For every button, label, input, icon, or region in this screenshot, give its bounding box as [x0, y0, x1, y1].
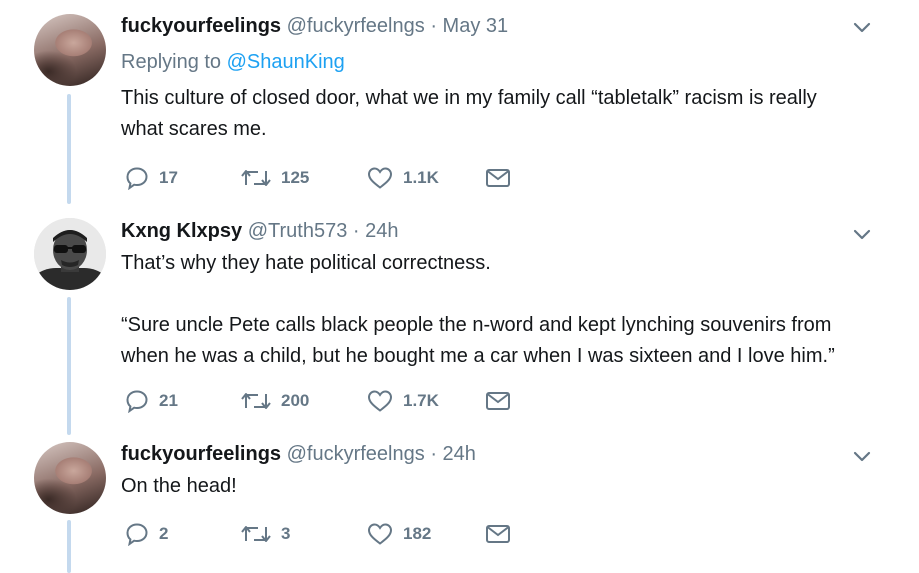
text-line: This culture of closed door, what we in …	[121, 87, 817, 109]
like-count: 1.7K	[403, 391, 439, 410]
envelope-icon	[486, 525, 510, 543]
text-line: That’s why they hate political correctne…	[121, 252, 491, 274]
like-button[interactable]: 182	[367, 519, 431, 549]
display-name[interactable]: Kxng Klxpsy	[121, 220, 242, 242]
retweet-icon	[241, 526, 271, 542]
reply-icon	[126, 523, 148, 546]
timestamp[interactable]: 24h	[443, 443, 476, 465]
tweet-header: Kxng Klxpsy @Truth573 · 24h	[121, 219, 399, 243]
replying-to-label: Replying to	[121, 51, 222, 73]
chevron-down-icon[interactable]	[852, 228, 872, 242]
retweet-button[interactable]: 3	[241, 519, 290, 549]
text-line: what scares me.	[121, 118, 267, 140]
reply-count: 2	[159, 524, 169, 543]
tweet-3[interactable]: fuckyourfeelings @fuckyrfeelngs · 24h On…	[0, 435, 919, 573]
separator-dot: ·	[430, 443, 437, 465]
reply-icon	[126, 167, 148, 190]
user-handle[interactable]: @fuckyrfeelngs	[287, 443, 425, 465]
avatar[interactable]	[34, 442, 106, 514]
tweet-actions: 2 3 182	[121, 519, 541, 549]
tweet-actions: 21 200 1.7K	[121, 386, 541, 416]
separator-dot: ·	[430, 15, 437, 37]
tweet-1[interactable]: fuckyourfeelings @fuckyrfeelngs · May 31…	[0, 0, 919, 205]
tweet-header: fuckyourfeelings @fuckyrfeelngs · 24h	[121, 442, 476, 466]
chevron-down-icon[interactable]	[852, 21, 872, 35]
like-count: 1.1K	[403, 168, 439, 187]
user-handle[interactable]: @fuckyrfeelngs	[287, 15, 425, 37]
reply-button[interactable]: 21	[125, 386, 178, 416]
replying-to: Replying to @ShaunKing	[121, 50, 345, 74]
thread-line	[67, 520, 71, 573]
dm-button[interactable]	[485, 519, 511, 549]
tweet-actions: 17 125 1.1K	[121, 163, 541, 193]
text-line: “Sure uncle Pete calls black people the …	[121, 314, 832, 336]
like-count: 182	[403, 524, 432, 543]
reply-button[interactable]: 17	[125, 163, 178, 193]
retweet-button[interactable]: 125	[241, 163, 309, 193]
retweet-icon	[241, 170, 271, 186]
retweet-count: 200	[281, 391, 310, 410]
envelope-icon	[486, 169, 510, 187]
reply-count: 21	[159, 391, 178, 410]
chevron-down-icon[interactable]	[852, 450, 872, 464]
user-avatar-sunglasses-icon	[34, 218, 106, 290]
thread-line	[67, 297, 71, 435]
separator-dot: ·	[352, 220, 360, 242]
avatar[interactable]	[34, 218, 106, 290]
thread-line	[67, 94, 71, 204]
tweet-header: fuckyourfeelings @fuckyrfeelngs · May 31	[121, 14, 508, 38]
text-line: when he was a child, but he bought me a …	[121, 345, 835, 367]
like-button[interactable]: 1.1K	[367, 163, 439, 193]
like-button[interactable]: 1.7K	[367, 386, 439, 416]
retweet-count: 125	[281, 168, 310, 187]
retweet-count: 3	[281, 524, 291, 543]
reply-button[interactable]: 2	[125, 519, 168, 549]
tweet-text: That’s why they hate political correctne…	[121, 248, 881, 372]
tweet-text: On the head!	[121, 471, 881, 502]
timestamp[interactable]: May 31	[443, 15, 509, 37]
tweet-2[interactable]: Kxng Klxpsy @Truth573 · 24h That’s why t…	[0, 205, 919, 435]
reply-count: 17	[159, 168, 178, 187]
tweet-text: This culture of closed door, what we in …	[121, 83, 881, 145]
retweet-button[interactable]: 200	[241, 386, 309, 416]
reply-icon	[126, 390, 148, 413]
avatar[interactable]	[34, 14, 106, 86]
heart-icon	[367, 523, 393, 545]
retweet-icon	[241, 393, 271, 409]
dm-button[interactable]	[485, 163, 511, 193]
display-name[interactable]: fuckyourfeelings	[121, 443, 281, 465]
dm-button[interactable]	[485, 386, 511, 416]
user-handle[interactable]: @Truth573	[248, 220, 348, 242]
envelope-icon	[486, 392, 510, 410]
text-line: On the head!	[121, 475, 237, 497]
text-spacer	[121, 279, 881, 310]
display-name[interactable]: fuckyourfeelings	[121, 15, 281, 37]
heart-icon	[367, 167, 393, 189]
timestamp[interactable]: 24h	[365, 220, 398, 242]
heart-icon	[367, 390, 393, 412]
replying-to-link[interactable]: @ShaunKing	[227, 51, 345, 73]
